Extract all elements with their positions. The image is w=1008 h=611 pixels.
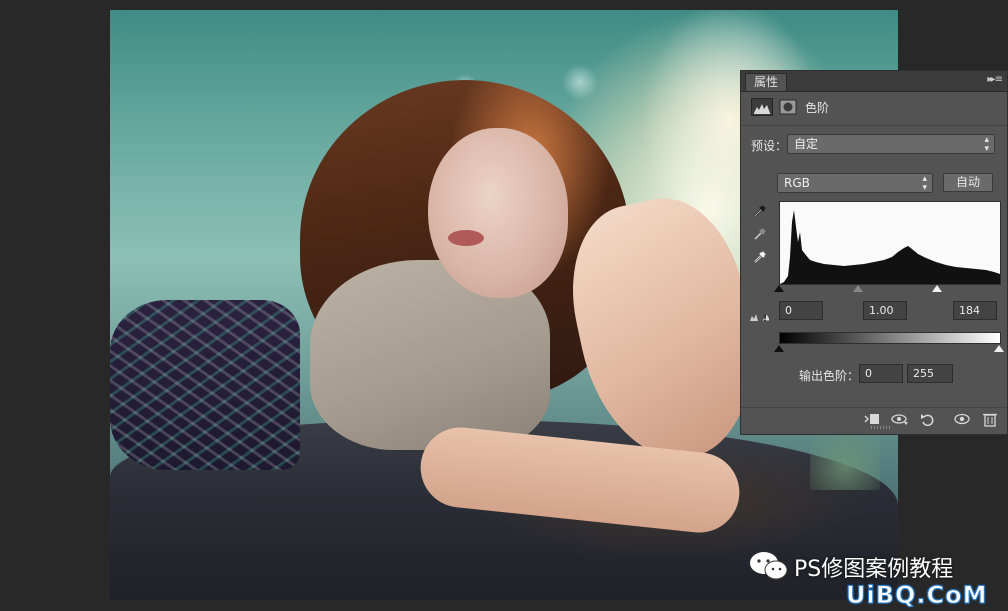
output-white-field[interactable]: 255 xyxy=(907,364,953,383)
delete-icon[interactable] xyxy=(981,411,999,427)
output-black-handle[interactable] xyxy=(774,345,784,352)
tab-properties[interactable]: 属性 xyxy=(745,73,788,91)
divider xyxy=(741,125,1007,126)
reset-icon[interactable] xyxy=(919,411,937,427)
input-white-field[interactable]: 184 xyxy=(953,301,997,320)
black-point-eyedropper-icon[interactable] xyxy=(753,204,767,218)
wechat-logo-icon xyxy=(750,552,788,580)
layer-mask-icon[interactable] xyxy=(779,98,797,116)
gray-point-eyedropper-icon[interactable] xyxy=(753,227,767,241)
toggle-visibility-icon[interactable] xyxy=(953,411,971,427)
select-arrows-icon: ▴ ▾ xyxy=(984,135,989,154)
input-white-handle[interactable] xyxy=(932,285,942,292)
photo-plant xyxy=(810,430,880,490)
input-black-handle[interactable] xyxy=(774,285,784,292)
white-point-eyedropper-icon[interactable] xyxy=(753,250,767,264)
output-gradient-bar xyxy=(779,332,1001,344)
photo-lips xyxy=(448,230,484,246)
channel-select-value: RGB xyxy=(784,176,810,190)
panel-menu-icon[interactable]: ▸▸ ≡ xyxy=(987,74,1003,85)
levels-adjustment-icon[interactable] xyxy=(751,98,773,116)
svg-text:!: ! xyxy=(763,314,767,323)
output-white-handle[interactable] xyxy=(994,345,1004,352)
panel-tabbar: 属性 ▸▸ ≡ xyxy=(741,71,1007,92)
view-previous-state-icon[interactable] xyxy=(891,411,909,427)
input-levels-slider[interactable] xyxy=(774,285,1001,293)
clip-to-layer-icon[interactable] xyxy=(863,411,881,427)
panel-footer xyxy=(741,407,1007,430)
histogram xyxy=(779,201,1001,285)
output-levels-slider[interactable] xyxy=(774,345,1004,353)
preset-select-value: 自定 xyxy=(794,137,819,151)
histogram-graph xyxy=(780,210,1000,284)
photo-face xyxy=(428,128,568,298)
resize-grip[interactable] xyxy=(871,426,891,429)
panel-title: 色阶 xyxy=(805,101,830,115)
channel-select[interactable]: RGB ▴ ▾ xyxy=(777,173,933,193)
photo-blanket xyxy=(110,300,300,470)
input-gray-handle[interactable] xyxy=(853,285,863,292)
watermark-site: UiBQ.CoM xyxy=(846,581,988,610)
output-black-field[interactable]: 0 xyxy=(859,364,903,383)
watermark-text: PS修图案例教程 xyxy=(794,557,954,582)
input-black-field[interactable]: 0 xyxy=(779,301,823,320)
preset-select[interactable]: 自定 ▴ ▾ xyxy=(787,134,995,154)
input-gamma-field[interactable]: 1.00 xyxy=(863,301,907,320)
eyedropper-group xyxy=(753,204,769,273)
select-arrows-icon: ▴ ▾ xyxy=(922,174,927,193)
auto-button[interactable]: 自动 xyxy=(943,173,993,192)
panel-header: 色阶 xyxy=(751,97,1001,119)
preset-label: 预设： xyxy=(751,139,788,153)
clipping-warning-icon[interactable]: ! xyxy=(749,309,771,326)
output-levels-label: 输出色阶： xyxy=(799,369,860,383)
properties-panel: 属性 ▸▸ ≡ 色阶 预设： 自定 ▴ ▾ RGB ▴ ▾ 自动 ! 0 1.0… xyxy=(740,70,1008,435)
